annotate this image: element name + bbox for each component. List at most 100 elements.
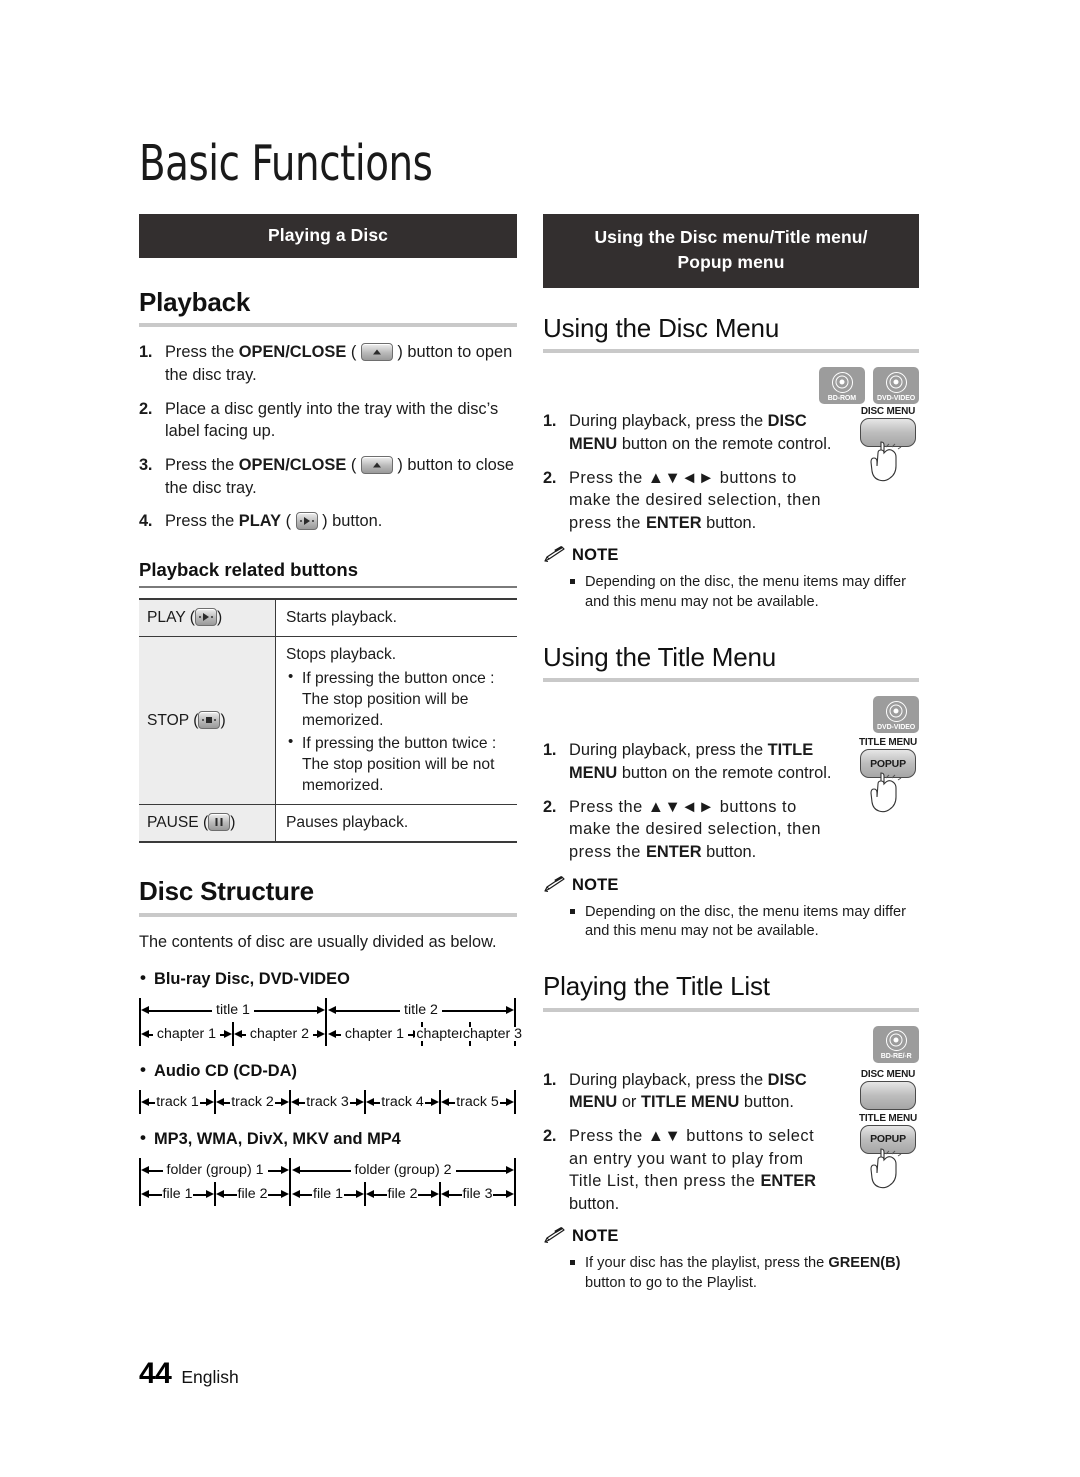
step-text-pre: Press the (165, 456, 239, 474)
media-compat-icons: BD-RE/-R (543, 1025, 919, 1063)
step-text-pre: Press the (165, 343, 239, 362)
step-number: 1. (543, 412, 557, 431)
step-number: 1. (543, 741, 557, 760)
heading-playback: Playback (139, 286, 251, 317)
step-number: 3. (139, 456, 153, 474)
step-text-pre: During playback, press the (569, 741, 768, 760)
step-text-mid: or (617, 1093, 641, 1112)
desc-text: Stops playback. (286, 645, 397, 663)
step-text: Press the OPEN/CLOSE ( ) button to close… (165, 456, 515, 497)
play-button-icon (194, 607, 217, 626)
diagram-label: track 1 (155, 1094, 200, 1111)
diagram-label: title 2 (400, 1003, 442, 1018)
note-label: NOTE (572, 875, 619, 894)
page-language: English (181, 1367, 239, 1387)
heading-rule (543, 678, 919, 683)
list-item: 2. Place a disc gently into the tray wit… (139, 398, 517, 443)
step-number: 2. (139, 399, 153, 418)
table-cell-desc: Starts playback. (275, 597, 517, 637)
diagram-label: file 1 (312, 1186, 344, 1203)
heading-rule (139, 323, 517, 328)
disc-structure-diagram-bluray: title 1 title 2 chapter 1 chapter 2 chap… (139, 997, 524, 1046)
list-item: 2. Press the ▲▼◄► buttons to make the de… (543, 467, 833, 535)
step-text: Press the PLAY ( ) button. (165, 512, 383, 531)
list-item: Depending on the disc, the menu items ma… (543, 573, 919, 612)
disc-structure-group-label: Blu-ray Disc, DVD-VIDEO (139, 968, 517, 989)
disc-structure-intro: The contents of disc are usually divided… (139, 932, 497, 951)
subheading-playback-related-buttons: Playback related buttons (139, 558, 358, 580)
disc-icon-bd-rom: BD-ROM (819, 367, 865, 405)
heading-using-the-title-menu: Using the Title Menu (543, 641, 777, 672)
step-text-post: button on the remote control. (617, 434, 832, 453)
diagram-label: chapter 1 (152, 1027, 221, 1042)
desc-bullet-list: If pressing the button once : The stop p… (286, 667, 509, 796)
list-item: 2. Press the ▲▼◄► buttons to make the de… (543, 796, 833, 864)
remote-button-caption: TITLE MENU (859, 1111, 917, 1124)
table-cell-key: PAUSE () (139, 804, 276, 844)
step-number: 2. (543, 797, 557, 816)
disc-glyph-icon (885, 700, 907, 722)
pencil-icon (543, 546, 565, 568)
key-label: PAUSE (147, 814, 199, 832)
disc-structure-diagram-mp3: folder (group) 1 folder (group) 2 file 1… (139, 1157, 517, 1206)
playback-buttons-table: PLAY () Starts playback. STOP () Stops p… (139, 597, 517, 844)
diagram-label: folder (group) 1 (162, 1163, 268, 1178)
note-list: Depending on the disc, the menu items ma… (543, 903, 919, 942)
remote-button-caption: TITLE MENU (859, 736, 917, 749)
remote-button-title-menu-popup: TITLE MENU POPUP (851, 737, 925, 818)
pointing-hand-icon (861, 441, 915, 487)
disc-glyph-icon (831, 371, 853, 393)
disc-structure-group-label: Audio CD (CD-DA) (139, 1060, 517, 1081)
note-label: NOTE (572, 546, 619, 565)
step-keyword: PLAY (238, 512, 282, 531)
list-item: If pressing the button twice : The stop … (286, 732, 509, 796)
key-label: PLAY (147, 608, 186, 626)
diagram-label: file 2 (386, 1186, 419, 1203)
note-header: NOTE (543, 546, 919, 568)
play-button-icon (295, 512, 318, 531)
step-text-pre: During playback, press the (569, 1070, 768, 1089)
diagram-label: chapter 3 (461, 1026, 524, 1043)
step-text: During playback, press the TITLE MENU bu… (569, 739, 833, 784)
list-item: 1. Press the OPEN/CLOSE ( ) button to op… (139, 341, 517, 386)
diagram-label: track 3 (305, 1094, 350, 1111)
note-label: NOTE (572, 1227, 619, 1246)
pencil-icon (543, 1227, 565, 1249)
remote-button-disc-menu: DISC MENU (851, 406, 925, 487)
list-item: If pressing the button once : The stop p… (286, 667, 509, 731)
step-text: Place a disc gently into the tray with t… (165, 399, 499, 441)
step-text-pre: During playback, press the (569, 412, 768, 431)
table-cell-desc: Stops playback. If pressing the button o… (275, 636, 517, 806)
heading-playing-the-title-list: Playing the Title List (543, 971, 770, 1002)
table-cell-key: STOP () (139, 636, 276, 806)
desc-text: Starts playback. (286, 608, 397, 626)
step-number: 1. (543, 1070, 557, 1089)
stop-button-icon (198, 710, 221, 729)
step-text-post: button. (569, 1194, 620, 1213)
manual-page: Basic Functions Playing a Disc Playback … (0, 0, 1080, 1477)
step-text: Press the ▲▼◄► buttons to make the desir… (569, 796, 833, 864)
page-number: 44 (139, 1357, 172, 1390)
eject-button-icon (360, 343, 393, 362)
diagram-label: chapter 1 (340, 1027, 409, 1042)
step-number: 2. (543, 468, 557, 487)
step-text: During playback, press the DISC MENU but… (569, 410, 833, 455)
note-header: NOTE (543, 875, 919, 898)
page-title: Basic Functions (139, 135, 433, 192)
section-bar-line-2: Popup menu (677, 251, 785, 272)
diagram-label: file 1 (161, 1186, 194, 1203)
diagram-label: track 4 (380, 1094, 425, 1111)
remote-button-caption: DISC MENU (860, 1067, 916, 1080)
heading-rule (139, 912, 517, 917)
step-text-post: ) button. (322, 512, 383, 531)
step-text-pre: Press the (165, 512, 239, 531)
disc-structure-group-label: MP3, WMA, DivX, MKV and MP4 (139, 1128, 517, 1149)
table-row: PAUSE () Pauses playback. (139, 804, 517, 844)
pause-button-icon (208, 813, 231, 832)
title-list-steps: 1. During playback, press the DISC MENU … (543, 1069, 833, 1216)
media-compat-icons: BD-ROM DVD-VIDEO (543, 367, 919, 405)
list-item: If your disc has the playlist, press the… (543, 1254, 919, 1293)
disc-glyph-icon (885, 1029, 907, 1051)
key-label: STOP (147, 711, 189, 729)
remote-button-caption: DISC MENU (860, 405, 916, 418)
